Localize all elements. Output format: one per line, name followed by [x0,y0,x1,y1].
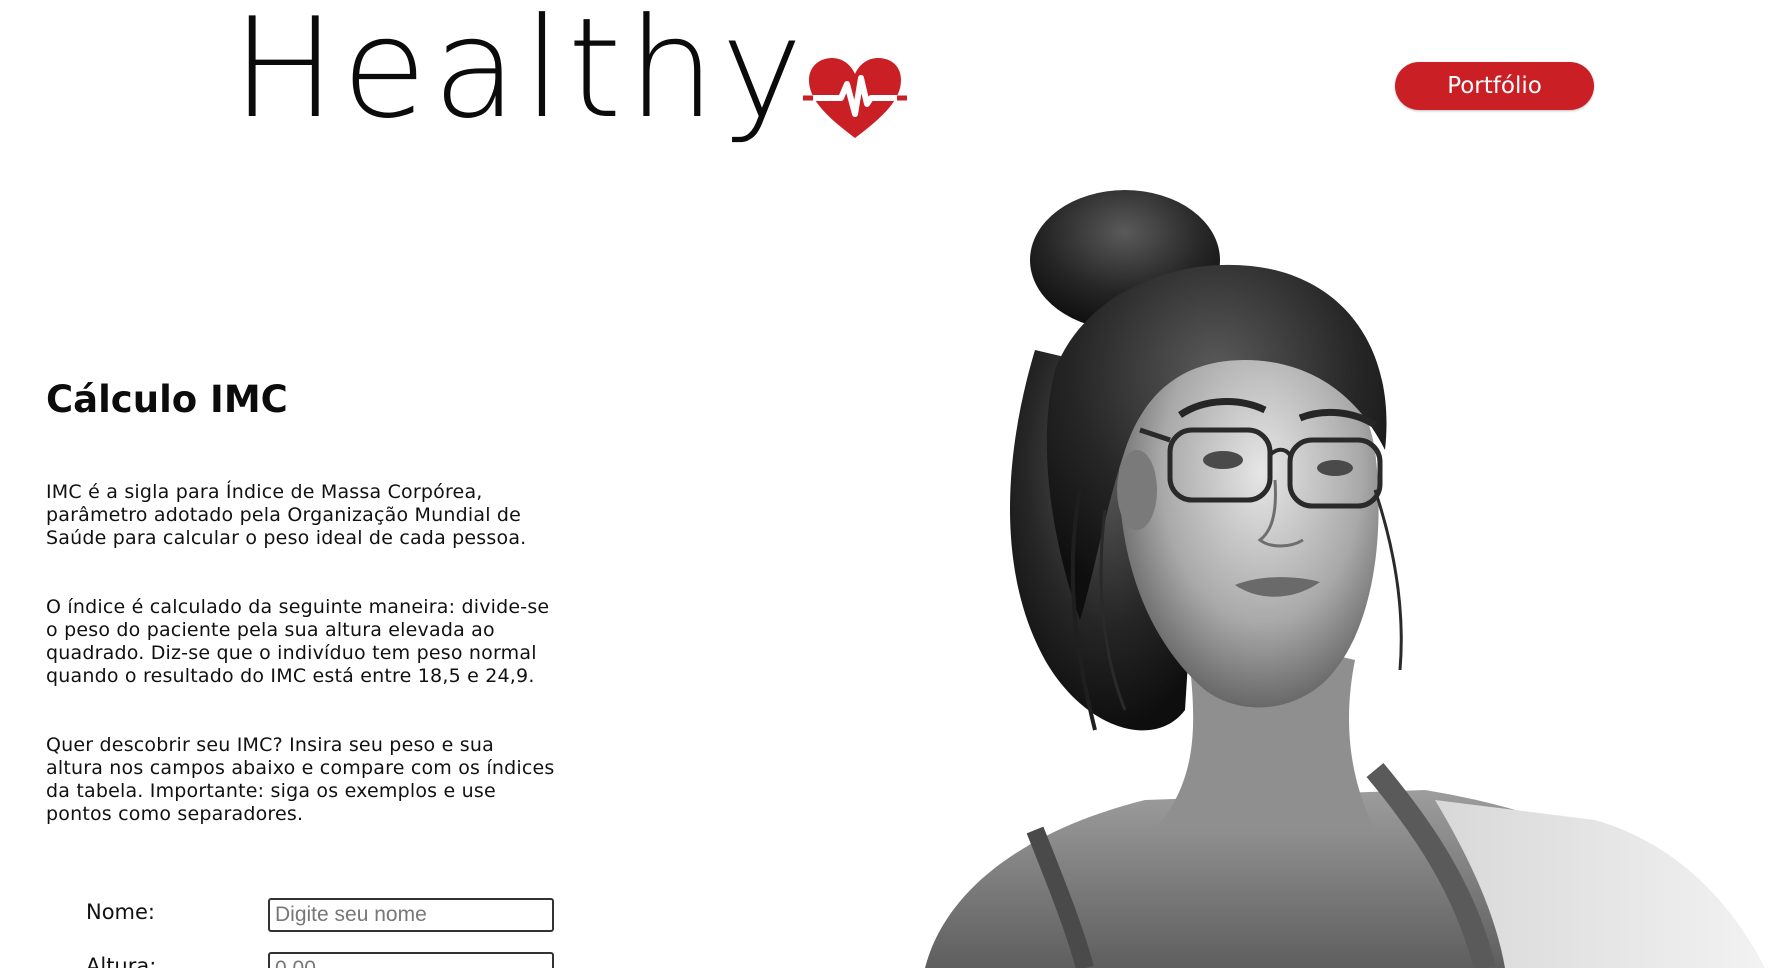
name-label: Nome: [86,900,156,924]
page-title: Cálculo IMC [46,378,288,421]
page: Healthy Portfólio Cálculo IMC IMC é a si… [0,0,1772,968]
name-input[interactable] [268,898,554,932]
logo-text: Healthy [232,0,809,149]
instructions-paragraph: Quer descobrir seu IMC? Insira seu peso … [46,733,555,825]
hero-portrait-image [925,190,1765,968]
height-label: Altura: [86,954,157,968]
height-input[interactable] [268,952,554,968]
heart-pulse-icon [802,58,907,138]
brand-logo[interactable]: Healthy [232,0,907,160]
portfolio-button[interactable]: Portfólio [1395,62,1594,110]
height-row: Altura: [86,952,554,968]
formula-paragraph: O índice é calculado da seguinte maneira… [46,595,550,687]
imc-section: Cálculo IMC IMC é a sigla para Índice de… [46,378,556,872]
name-row: Nome: [86,898,554,940]
intro-paragraph: IMC é a sigla para Índice de Massa Corpó… [46,480,527,549]
